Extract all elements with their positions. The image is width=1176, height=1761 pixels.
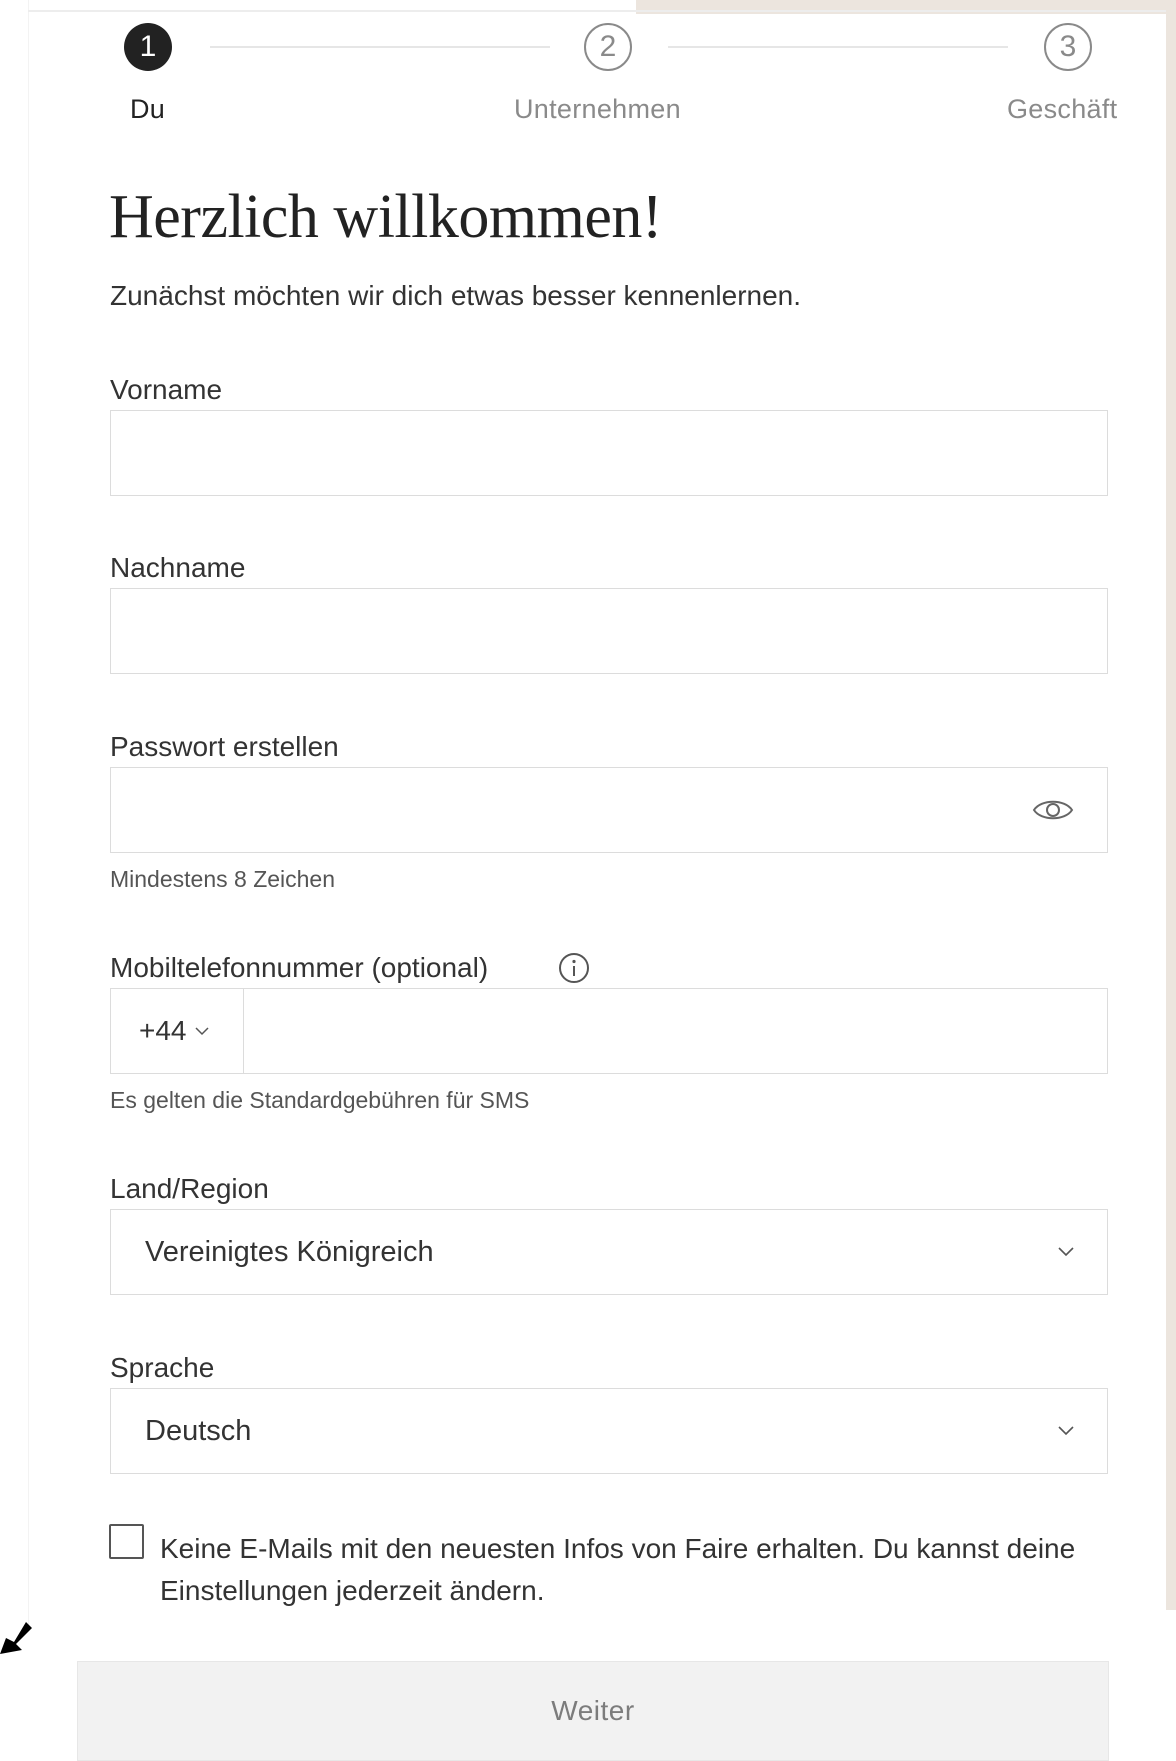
phone-label: Mobiltelefonnummer (optional) [110,952,489,983]
background-left-strip [0,0,29,1630]
step-2-indicator: 2 [584,23,632,71]
country-select-value: Vereinigtes Königreich [145,1235,434,1268]
pointer-arrow-icon [0,1622,32,1654]
phone-helper-text: Es gelten die Standardgebühren für SMS [110,1087,530,1113]
country-code-select[interactable]: +44 [111,989,244,1073]
page-title: Herzlich willkommen! [109,183,663,251]
continue-button[interactable]: Weiter [77,1661,1109,1761]
last-name-input[interactable] [110,588,1108,674]
chevron-down-icon [1058,1247,1074,1257]
last-name-label: Nachname [110,552,246,583]
first-name-input[interactable] [110,410,1108,496]
newsletter-optout-checkbox[interactable] [109,1524,144,1559]
chevron-down-icon [194,1027,209,1036]
eye-icon[interactable] [1031,794,1075,826]
country-label: Land/Region [110,1173,269,1204]
step-3-number: 3 [1059,30,1077,63]
newsletter-optout-label: Keine E-Mails mit den neuesten Infos von… [160,1533,1076,1606]
page-subtitle: Zunächst möchten wir dich etwas besser k… [110,280,802,311]
password-label: Passwort erstellen [110,731,339,762]
background-right-strip [1166,0,1176,1610]
phone-number-input[interactable] [244,989,1107,1073]
language-select-value: Deutsch [145,1414,252,1447]
language-label: Sprache [110,1352,215,1383]
first-name-label: Vorname [110,374,223,405]
step-2-label: Unternehmen [514,94,681,124]
step-1-number: 1 [139,30,157,63]
step-3-label: Geschäft [1007,94,1118,124]
step-1-label: Du [130,94,166,124]
language-select[interactable]: Deutsch [110,1388,1108,1474]
password-input[interactable] [110,767,1108,853]
step-1-indicator: 1 [124,23,172,71]
step-2-number: 2 [599,30,617,63]
top-divider [28,10,1166,12]
info-icon[interactable] [558,952,590,984]
country-code-value: +44 [139,1015,187,1046]
step-connector [668,46,1008,48]
country-select[interactable]: Vereinigtes Königreich [110,1209,1108,1295]
step-connector [210,46,550,48]
phone-input-group: +44 [110,988,1108,1074]
chevron-down-icon [1058,1426,1074,1436]
step-3-indicator: 3 [1044,23,1092,71]
password-helper-text: Mindestens 8 Zeichen [110,866,336,892]
